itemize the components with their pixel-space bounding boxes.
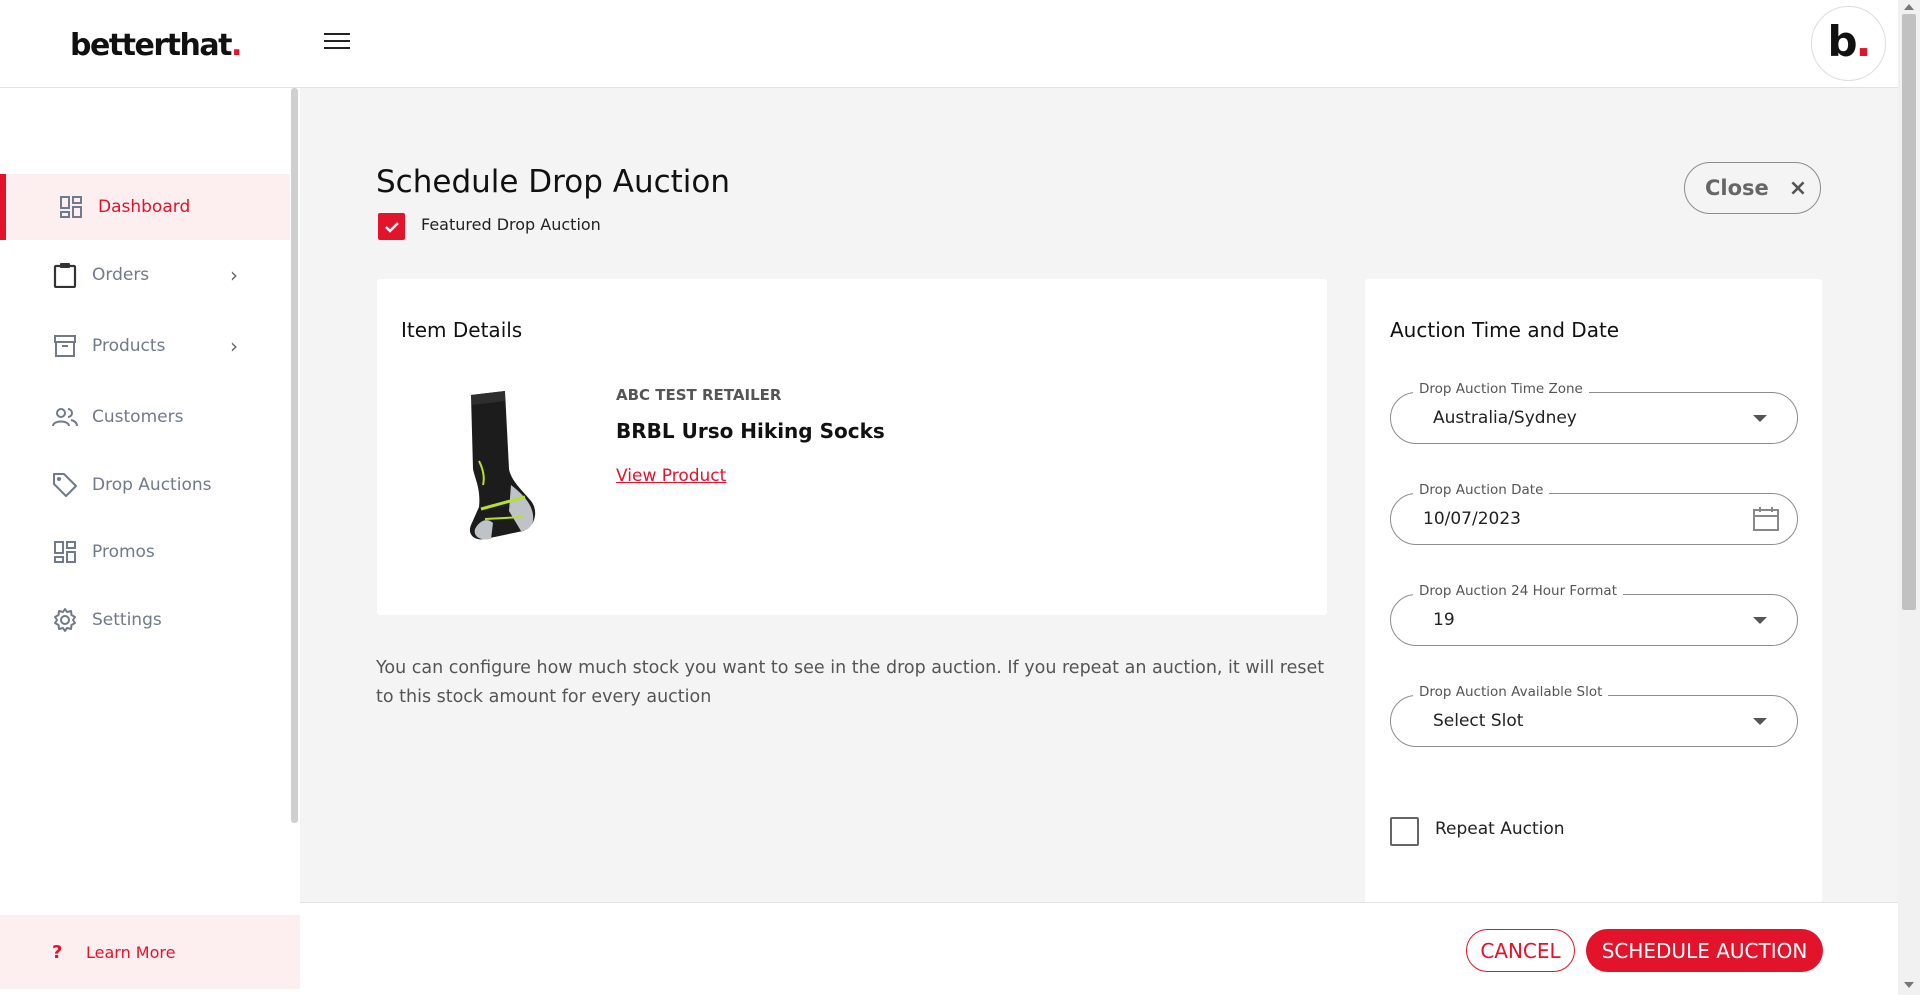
repeat-auction-checkbox[interactable] — [1390, 817, 1419, 846]
slot-value: Select Slot — [1433, 711, 1524, 731]
tag-icon — [52, 472, 78, 498]
close-button[interactable]: Close × — [1684, 162, 1821, 214]
sidebar-item-label: Orders — [92, 265, 150, 285]
scroll-down-icon[interactable] — [1904, 982, 1914, 988]
sidebar-item-label: Customers — [92, 407, 184, 427]
caret-down-icon — [1753, 718, 1767, 725]
view-product-link[interactable]: View Product — [616, 466, 726, 486]
sidebar-item-orders[interactable]: Orders › — [0, 242, 290, 308]
logo-dot: . — [230, 28, 242, 63]
timezone-select[interactable]: Drop Auction Time Zone Australia/Sydney — [1390, 381, 1798, 444]
page-title: Schedule Drop Auction — [376, 164, 731, 200]
hour-label: Drop Auction 24 Hour Format — [1413, 583, 1623, 599]
slot-select[interactable]: Drop Auction Available Slot Select Slot — [1390, 684, 1798, 747]
clipboard-icon — [52, 262, 78, 288]
schedule-auction-button[interactable]: SCHEDULE AUCTION — [1586, 929, 1823, 972]
logo-text: betterthat — [70, 28, 232, 63]
item-details-title: Item Details — [401, 318, 523, 342]
sidebar-item-label: Products — [92, 336, 166, 356]
item-details-card: Item Details ABC TEST RETAILER BRBL Urso… — [377, 279, 1327, 615]
product-image — [435, 389, 545, 549]
retailer-name: ABC TEST RETAILER — [616, 386, 782, 404]
date-input[interactable]: Drop Auction Date 10/07/2023 — [1390, 482, 1798, 545]
featured-label: Featured Drop Auction — [421, 215, 601, 234]
sidebar-scrollbar[interactable] — [291, 88, 298, 823]
top-header: betterthat. b. — [0, 0, 1898, 88]
sidebar-item-customers[interactable]: Customers — [0, 384, 290, 450]
sidebar-item-dashboard[interactable]: Dashboard — [0, 174, 290, 240]
hour-value: 19 — [1433, 610, 1455, 630]
gear-icon — [52, 607, 78, 633]
caret-down-icon — [1753, 415, 1767, 422]
chevron-right-icon: › — [230, 334, 238, 358]
sidebar-item-label: Drop Auctions — [92, 475, 212, 495]
learn-more-label: Learn More — [86, 942, 176, 962]
sidebar-item-settings[interactable]: Settings — [0, 587, 290, 653]
auction-time-card: Auction Time and Date Drop Auction Time … — [1365, 279, 1822, 919]
timezone-label: Drop Auction Time Zone — [1413, 381, 1589, 397]
dashboard-icon — [58, 194, 84, 220]
learn-more-link[interactable]: ? Learn More — [0, 915, 300, 989]
avatar[interactable]: b. — [1811, 6, 1886, 81]
menu-toggle-icon[interactable] — [324, 33, 350, 53]
sidebar-item-drop-auctions[interactable]: Drop Auctions — [0, 452, 290, 518]
hour-select[interactable]: Drop Auction 24 Hour Format 19 — [1390, 583, 1798, 646]
sidebar-item-label: Dashboard — [98, 197, 191, 217]
check-icon — [384, 221, 399, 233]
timezone-value: Australia/Sydney — [1433, 408, 1577, 428]
cancel-button[interactable]: CANCEL — [1466, 929, 1575, 972]
scrollbar-thumb[interactable] — [1902, 14, 1916, 610]
featured-checkbox[interactable] — [378, 213, 405, 240]
stock-help-text: You can configure how much stock you wan… — [376, 658, 1325, 707]
chevron-right-icon: › — [230, 263, 238, 287]
caret-down-icon — [1753, 617, 1767, 624]
sidebar-item-label: Settings — [92, 610, 162, 630]
avatar-dot: . — [1855, 17, 1872, 66]
date-value: 10/07/2023 — [1423, 509, 1521, 529]
calendar-icon[interactable] — [1753, 507, 1779, 535]
page-scrollbar[interactable] — [1898, 0, 1920, 995]
close-icon: × — [1788, 175, 1808, 201]
close-label: Close — [1705, 176, 1769, 200]
people-icon — [52, 404, 78, 430]
auction-card-title: Auction Time and Date — [1390, 318, 1620, 342]
scroll-up-icon[interactable] — [1904, 4, 1914, 10]
brand-logo[interactable]: betterthat. — [70, 28, 242, 63]
question-icon: ? — [52, 941, 63, 963]
product-name: BRBL Urso Hiking Socks — [616, 419, 885, 443]
date-label: Drop Auction Date — [1413, 482, 1550, 498]
sidebar-item-promos[interactable]: Promos — [0, 519, 290, 585]
sidebar-item-label: Promos — [92, 542, 155, 562]
avatar-letter: b — [1827, 17, 1857, 66]
sidebar: Dashboard Orders › Products › Customers … — [0, 88, 300, 995]
slot-label: Drop Auction Available Slot — [1413, 684, 1609, 700]
repeat-auction-label: Repeat Auction — [1435, 819, 1565, 839]
dashboard-icon — [52, 539, 78, 565]
sidebar-item-products[interactable]: Products › — [0, 313, 290, 379]
archive-box-icon — [52, 333, 78, 359]
